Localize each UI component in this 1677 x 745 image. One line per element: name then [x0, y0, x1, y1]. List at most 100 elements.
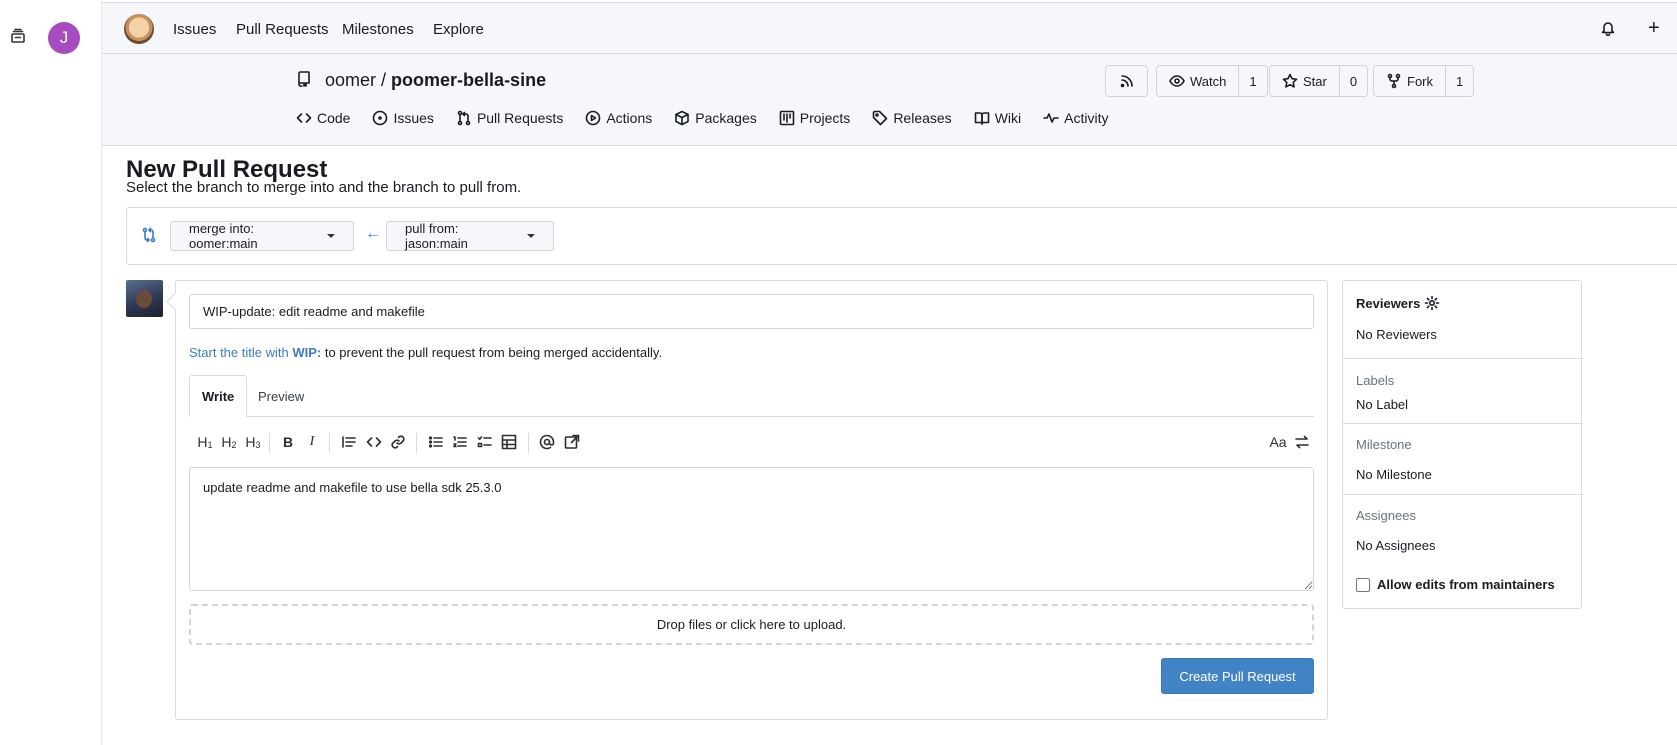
tab-issues-label: Issues — [393, 110, 434, 126]
tab-preview[interactable]: Preview — [246, 375, 316, 417]
nav-issues[interactable]: Issues — [173, 21, 216, 38]
tab-pull-requests-label: Pull Requests — [476, 110, 564, 126]
monospace-toggle-icon[interactable]: Aa — [1267, 431, 1289, 453]
assignees-section[interactable]: Assignees No Assignees — [1356, 508, 1436, 553]
table-icon[interactable] — [499, 431, 519, 453]
markdown-toolbar: H1 H2 H3 B I Aa — [189, 431, 1314, 455]
star-count[interactable]: 0 — [1338, 66, 1367, 96]
tab-activity[interactable]: Activity — [1043, 110, 1108, 126]
allow-edits-option[interactable]: Allow edits from maintainers — [1356, 577, 1555, 592]
heading-1-icon[interactable]: H1 — [194, 431, 216, 453]
heading-2-icon[interactable]: H2 — [218, 431, 240, 453]
fork-count[interactable]: 1 — [1445, 66, 1473, 96]
project-icon — [779, 110, 795, 126]
create-new-plus-icon[interactable]: + — [1648, 17, 1660, 40]
tag-icon — [872, 110, 888, 126]
head-branch-dropdown[interactable]: pull from: jason:main — [386, 221, 554, 251]
reviewers-value: No Reviewers — [1356, 327, 1437, 342]
profile-avatar[interactable]: J — [48, 22, 80, 54]
switch-editor-icon[interactable] — [1292, 431, 1312, 453]
watch-count[interactable]: 1 — [1238, 66, 1266, 96]
branch-compare-bar: merge into: oomer:main ← pull from: jaso… — [126, 207, 1677, 265]
site-logo[interactable] — [124, 14, 154, 44]
wip-hint-link[interactable]: Start the title with — [189, 345, 292, 360]
book-icon — [974, 110, 990, 126]
tab-stack-icon[interactable] — [10, 28, 26, 44]
tab-packages-label: Packages — [695, 110, 757, 126]
tab-issues[interactable]: Issues — [372, 110, 434, 126]
git-pull-request-icon — [456, 110, 472, 126]
reviewers-section: Reviewers No Reviewers — [1356, 295, 1440, 342]
tab-projects[interactable]: Projects — [779, 110, 851, 126]
pr-title-input[interactable] — [189, 294, 1314, 329]
toolbar-divider — [528, 433, 529, 453]
nav-milestones[interactable]: Milestones — [342, 21, 414, 38]
unordered-list-icon[interactable] — [426, 431, 446, 453]
head-branch-label: pull from: jason:main — [405, 221, 468, 251]
tab-releases[interactable]: Releases — [872, 110, 952, 126]
italic-icon[interactable]: I — [302, 431, 322, 453]
allow-edits-checkbox[interactable] — [1356, 577, 1370, 592]
sidebar-divider — [1343, 358, 1583, 359]
heading-3-icon[interactable]: H3 — [242, 431, 264, 453]
wip-keyword[interactable]: WIP: — [292, 345, 321, 360]
gitea-app: Issues Pull Requests Milestones Explore … — [101, 0, 1677, 745]
pull-request-form: Start the title with WIP: to prevent the… — [175, 280, 1328, 720]
repo-header: oomer / poomer-bella-sine Watch 1 Star 0… — [102, 54, 1677, 146]
repo-title: oomer / poomer-bella-sine — [325, 70, 546, 91]
star-label: Star — [1303, 73, 1327, 89]
labels-value: No Label — [1356, 397, 1409, 412]
user-avatar[interactable] — [126, 280, 163, 317]
tab-wiki[interactable]: Wiki — [974, 110, 1021, 126]
code-icon — [296, 110, 312, 126]
reviewers-header[interactable]: Reviewers — [1356, 295, 1440, 311]
tab-actions[interactable]: Actions — [585, 110, 652, 126]
tab-projects-label: Projects — [799, 110, 851, 126]
tab-packages[interactable]: Packages — [674, 110, 757, 126]
link-icon[interactable] — [388, 431, 408, 453]
nav-pull-requests[interactable]: Pull Requests — [236, 21, 329, 38]
milestone-label: Milestone — [1356, 437, 1412, 452]
fork-button[interactable]: Fork 1 — [1373, 65, 1475, 97]
tab-write[interactable]: Write — [189, 375, 248, 417]
code-icon[interactable] — [364, 431, 384, 453]
repo-title-separator: / — [376, 70, 392, 90]
create-pull-request-button[interactable]: Create Pull Request — [1161, 658, 1314, 694]
file-dropzone[interactable]: Drop files or click here to upload. — [189, 604, 1314, 645]
rss-button[interactable] — [1105, 65, 1148, 97]
pulse-icon — [1043, 110, 1059, 126]
assignees-value: No Assignees — [1356, 538, 1436, 553]
tab-code[interactable]: Code — [296, 110, 350, 126]
tab-pull-requests[interactable]: Pull Requests — [456, 110, 563, 126]
nav-explore[interactable]: Explore — [433, 21, 484, 38]
git-compare-icon — [141, 227, 157, 243]
repo-name-link[interactable]: poomer-bella-sine — [391, 70, 546, 90]
star-button[interactable]: Star 0 — [1269, 65, 1369, 97]
milestone-section[interactable]: Milestone No Milestone — [1356, 437, 1432, 482]
cross-reference-icon[interactable] — [562, 431, 582, 453]
assignees-label: Assignees — [1356, 508, 1416, 523]
gear-icon[interactable] — [1424, 295, 1440, 311]
task-list-icon[interactable] — [475, 431, 495, 453]
top-navbar: Issues Pull Requests Milestones Explore … — [102, 2, 1677, 54]
milestone-value: No Milestone — [1356, 467, 1432, 482]
tab-activity-label: Activity — [1064, 110, 1109, 126]
watch-button[interactable]: Watch 1 — [1156, 65, 1268, 97]
repo-owner-link[interactable]: oomer — [325, 70, 376, 90]
play-icon — [585, 110, 601, 126]
eye-icon — [1169, 73, 1185, 89]
fork-icon — [1386, 73, 1402, 89]
ordered-list-icon[interactable] — [450, 431, 470, 453]
quote-icon[interactable] — [339, 431, 359, 453]
tab-code-label: Code — [317, 110, 351, 126]
bold-icon[interactable]: B — [278, 431, 298, 453]
bell-icon[interactable] — [1600, 20, 1616, 36]
labels-section[interactable]: Labels No Label — [1356, 373, 1408, 412]
base-branch-dropdown[interactable]: merge into: oomer:main — [170, 221, 354, 251]
wip-hint-text: to prevent the pull request from being m… — [321, 345, 663, 360]
chevron-down-icon — [527, 234, 535, 238]
repo-tabs: Code Issues Pull Requests Actions Packag… — [296, 110, 1130, 126]
pr-body-textarea[interactable]: update readme and makefile to use bella … — [189, 467, 1314, 591]
page-subtitle: Select the branch to merge into and the … — [126, 179, 522, 196]
mention-icon[interactable] — [537, 431, 557, 453]
